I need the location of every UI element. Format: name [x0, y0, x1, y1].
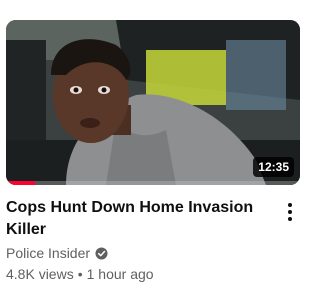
- verified-check-icon: [95, 246, 108, 260]
- upload-age: 1 hour ago: [86, 266, 154, 282]
- video-title[interactable]: Cops Hunt Down Home Invasion Killer: [6, 197, 268, 241]
- meta-separator: •: [77, 266, 83, 282]
- video-thumbnail[interactable]: 12:35: [6, 20, 300, 185]
- more-vert-icon[interactable]: [278, 200, 302, 224]
- watch-progress-fill: [6, 181, 36, 185]
- menu-dot: [288, 217, 292, 221]
- menu-dot: [288, 203, 292, 207]
- watch-progress-bar: [6, 181, 300, 185]
- duration-badge: 12:35: [253, 157, 294, 177]
- channel-row: Police Insider: [6, 244, 108, 262]
- view-count: 4.8K views: [6, 266, 74, 282]
- video-card[interactable]: 12:35 Cops Hunt Down Home Invasion Kille…: [0, 0, 312, 299]
- channel-name[interactable]: Police Insider: [6, 245, 90, 261]
- video-metadata: 4.8K views • 1 hour ago: [6, 266, 154, 282]
- menu-dot: [288, 210, 292, 214]
